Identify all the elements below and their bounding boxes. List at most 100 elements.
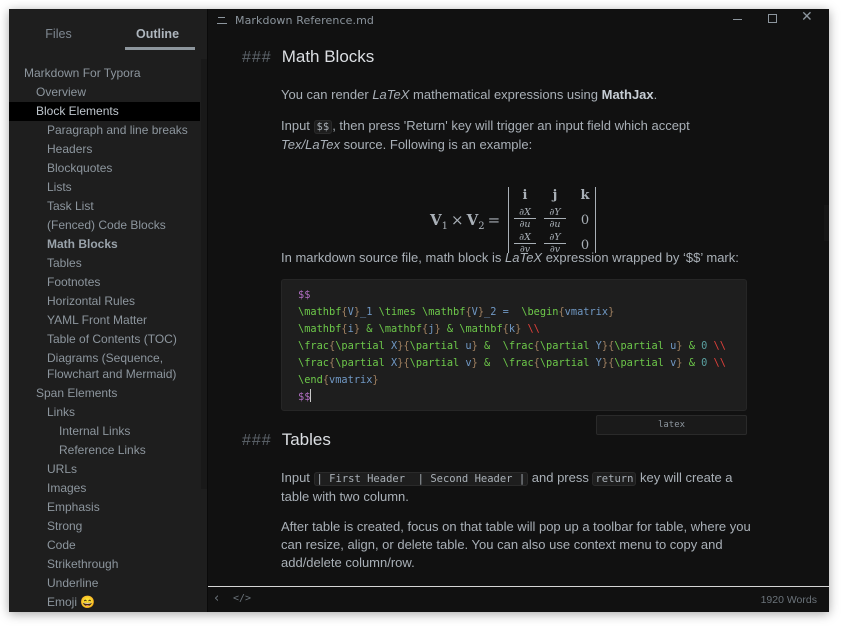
matrix-cell: j: [552, 188, 558, 203]
outline-item[interactable]: Paragraph and line breaks: [9, 121, 200, 140]
fraction-denominator: ∂u: [549, 219, 561, 230]
outline-item[interactable]: Tables: [9, 254, 200, 273]
word-count[interactable]: 1920 Words: [761, 594, 817, 606]
inline-code: $$: [313, 120, 333, 134]
text: Input: [281, 118, 314, 133]
tab-outline[interactable]: Outline: [108, 9, 207, 53]
outline-item[interactable]: YAML Front Matter: [9, 311, 200, 330]
text: Input: [281, 470, 314, 485]
math-operator: ×: [451, 211, 464, 229]
sidebar-tabs: Files Outline: [9, 9, 207, 53]
matrix-fraction: ∂X ∂u: [514, 207, 536, 230]
outline-item[interactable]: Images: [9, 479, 200, 498]
fraction-denominator: ∂u: [519, 219, 531, 230]
outline-item[interactable]: Math Blocks: [9, 235, 200, 254]
outline-list: Markdown For Typora Overview Block Element…: [9, 64, 200, 612]
tab-files[interactable]: Files: [9, 9, 108, 53]
outline-item[interactable]: Footnotes: [9, 273, 200, 292]
chevron-left-icon[interactable]: ‹: [214, 591, 219, 606]
heading-hash-marker: ###: [242, 49, 272, 66]
code-line: $$: [298, 289, 311, 301]
strong-text: MathJax: [601, 87, 654, 102]
outline-item[interactable]: Block Elements: [9, 102, 200, 121]
text: .: [653, 87, 658, 102]
heading-text: Tables: [281, 430, 331, 449]
outline-item[interactable]: Underline: [9, 574, 200, 593]
matrix-cell: 0: [580, 213, 590, 228]
formula-lhs: V1 × V2 =: [430, 211, 503, 232]
paragraph-mathjax: You can render LaTeX mathematical expres…: [281, 86, 751, 104]
code-line: \mathbf{V}_1 \times \mathbf{V}_2 = \begi…: [298, 306, 615, 318]
outline-item[interactable]: Blockquotes: [9, 159, 200, 178]
outline-item[interactable]: Horizontal Rules: [9, 292, 200, 311]
close-button[interactable]: ✕: [793, 9, 823, 29]
outline-item[interactable]: Links: [9, 403, 200, 422]
outline-item[interactable]: Overview: [9, 83, 200, 102]
sidebar: Files Outline Markdown For Typora Overvie…: [9, 9, 207, 612]
maximize-button[interactable]: [758, 11, 788, 29]
outline-item[interactable]: Emphasis: [9, 498, 200, 517]
paragraph-table-toolbar: After table is created, focus on that ta…: [281, 519, 751, 570]
text: source. Following is an example:: [340, 137, 533, 152]
code-line: $$: [298, 389, 312, 403]
code-line: \frac{\partial X}{\partial u} & \frac{\p…: [298, 340, 726, 352]
heading-hash-marker: ###: [242, 432, 272, 449]
text-cursor: [310, 389, 312, 402]
status-bar: ‹ </> 1920 Words: [208, 586, 829, 612]
code-line: \end{vmatrix}: [298, 374, 379, 386]
inline-code: | First Header | Second Header |: [313, 472, 529, 486]
text: mathematical expressions using: [409, 87, 602, 102]
fraction-numerator: ∂Y: [544, 232, 566, 244]
code-line: \mathbf{i} & \mathbf{j} & \mathbf{k} \\: [298, 323, 540, 335]
inline-code: return: [592, 472, 637, 486]
math-operator: =: [487, 211, 501, 229]
outline-item[interactable]: Diagrams (Sequence, Flowchart and Mermai…: [9, 349, 199, 384]
document-content[interactable]: ### Math Blocks You can render LaTeX math…: [208, 31, 829, 586]
minimize-button[interactable]: [723, 11, 753, 29]
text: You can render: [281, 87, 373, 102]
paragraph-table-input: Input | First Header | Second Header | a…: [281, 469, 741, 506]
outline-item[interactable]: Strikethrough: [9, 555, 200, 574]
editor: Markdown Reference.md ✕ ### Math Blocks Y…: [207, 9, 829, 612]
title-bar: Markdown Reference.md ✕: [208, 9, 829, 31]
outline-item[interactable]: Span Elements: [9, 384, 200, 403]
fraction-numerator: ∂Y: [544, 207, 566, 219]
code-language-input[interactable]: latex: [596, 415, 747, 435]
code-line: \frac{\partial X}{\partial v} & \frac{\p…: [298, 357, 726, 369]
outline-item[interactable]: URLs: [9, 460, 200, 479]
text: and press: [528, 470, 593, 485]
app-window: Files Outline Markdown For Typora Overvie…: [9, 9, 829, 612]
math-symbol: V: [430, 211, 442, 229]
emphasis-text: Tex/LaTex: [281, 137, 341, 152]
editor-scrollbar[interactable]: [824, 205, 829, 241]
determinant-bar-left: [508, 187, 509, 253]
text: In markdown source file, math block is: [281, 250, 505, 265]
outline-item[interactable]: Reference Links: [9, 441, 200, 460]
matrix-cell: k: [580, 188, 590, 203]
outline-item[interactable]: Table of Contents (TOC): [9, 330, 200, 349]
outline-item[interactable]: Headers: [9, 140, 200, 159]
outline-item[interactable]: Strong: [9, 517, 200, 536]
minimize-icon: [733, 19, 742, 20]
math-subscript: 2: [478, 221, 485, 232]
outline-item[interactable]: Lists: [9, 178, 200, 197]
latex-code-block[interactable]: $$ \mathbf{V}_1 \times \mathbf{V}_2 = \be…: [281, 279, 747, 411]
text: , then press 'Return' key will trigger a…: [332, 118, 690, 133]
outline-item[interactable]: Internal Links: [9, 422, 200, 441]
outline-item[interactable]: Task List: [9, 197, 200, 216]
matrix-fraction: ∂Y ∂u: [544, 207, 566, 230]
source-code-mode-icon[interactable]: </>: [233, 593, 251, 604]
outline-item[interactable]: Code: [9, 536, 200, 555]
heading-math-blocks: ### Math Blocks: [242, 47, 374, 67]
fraction-numerator: ∂X: [514, 207, 536, 219]
rendered-math-block[interactable]: V1 × V2 = i j k ∂X ∂u ∂Y ∂u 0 ∂X ∂v ∂Y ∂v 0: [430, 185, 600, 257]
heading-text: Math Blocks: [281, 47, 375, 66]
outline-item[interactable]: Markdown For Typora: [9, 64, 200, 83]
math-symbol: V: [466, 211, 479, 229]
outline-item[interactable]: Emoji 😄: [9, 593, 200, 612]
paragraph-source-description: In markdown source file, math block is L…: [281, 249, 761, 267]
menu-icon[interactable]: [217, 16, 227, 25]
outline-item[interactable]: (Fenced) Code Blocks: [9, 216, 200, 235]
maximize-icon: [768, 14, 777, 23]
fraction-numerator: ∂X: [514, 232, 536, 244]
